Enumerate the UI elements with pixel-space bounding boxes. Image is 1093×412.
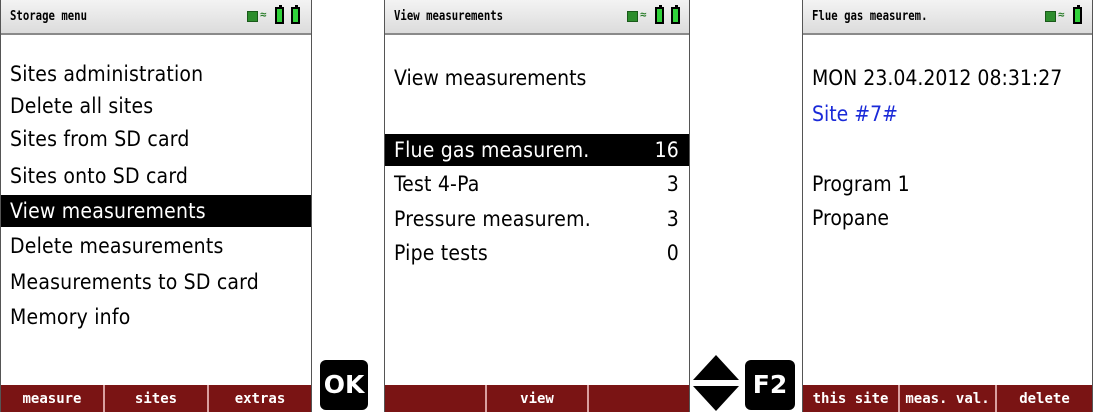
ok-key-button[interactable]: OK [320,360,368,410]
storage-menu-screen: Storage menu ≈ Sites administration Dele… [0,0,312,412]
view-button[interactable]: view [485,385,587,412]
battery-icon [655,5,664,24]
sd-card-icon [247,11,258,22]
sd-card-icon [627,11,638,22]
menu-item-pipe-tests[interactable]: Pipe tests 0 [385,237,689,269]
battery-icon [1073,5,1082,24]
menu-item-view-measurements[interactable]: View measurements [1,195,311,227]
menu-item-pressure[interactable]: Pressure measurem. 3 [385,203,689,235]
measurement-count: 3 [666,207,679,231]
f2-key-button[interactable]: F2 [745,360,795,410]
menu-item-sites-from-sd-card[interactable]: Sites from SD card [1,123,311,155]
title-bar: Flue gas measurem. ≈ [803,0,1092,35]
sites-button[interactable]: sites [103,385,207,412]
empty-fkey[interactable] [587,385,689,412]
measurement-count: 3 [666,172,679,196]
battery-icon [291,5,300,24]
view-measurements-screen: View measurements ≈ View measurements Fl… [384,0,690,412]
menu-item-delete-all-sites[interactable]: Delete all sites [1,90,311,122]
fuel-type: Propane [812,206,890,230]
menu-item-flue-gas[interactable]: Flue gas measurem. 16 [385,134,689,166]
menu-item-memory-info[interactable]: Memory info [1,301,311,333]
title-bar: Storage menu ≈ [1,0,311,35]
flue-gas-measurement-screen: Flue gas measurem. ≈ MON 23.04.2012 08:3… [802,0,1093,412]
menu-item-delete-measurements[interactable]: Delete measurements [1,230,311,262]
screen-title: View measurements [394,9,504,24]
meas-val-button[interactable]: meas. val. [898,385,995,412]
measurement-count: 16 [654,138,679,162]
function-key-bar: measure sites extras [1,385,311,412]
up-down-arrow-icon[interactable] [693,355,739,411]
function-key-bar: view [385,385,689,412]
site-name: Site #7# [812,102,898,126]
extras-button[interactable]: extras [207,385,311,412]
program-name: Program 1 [812,172,910,196]
this-site-button[interactable]: this site [803,385,898,412]
menu-item-measurements-to-sd-card[interactable]: Measurements to SD card [1,266,311,298]
battery-icon [275,5,284,24]
title-bar: View measurements ≈ [385,0,689,35]
battery-icon [671,5,680,24]
measurement-count: 0 [666,241,679,265]
measurement-datetime: MON 23.04.2012 08:31:27 [812,66,1063,90]
function-key-bar: this site meas. val. delete [803,385,1092,412]
wireless-icon: ≈ [260,8,267,21]
screen-title: Flue gas measurem. [812,9,928,24]
empty-fkey[interactable] [385,385,485,412]
menu-item-sites-onto-sd-card[interactable]: Sites onto SD card [1,160,311,192]
delete-button[interactable]: delete [995,385,1092,412]
wireless-icon: ≈ [640,8,647,21]
screen-title: Storage menu [10,9,88,24]
menu-item-test-4pa[interactable]: Test 4-Pa 3 [385,168,689,200]
menu-item-sites-administration[interactable]: Sites administration [1,58,311,90]
measure-button[interactable]: measure [1,385,103,412]
wireless-icon: ≈ [1058,8,1065,21]
screen-heading: View measurements [394,66,587,90]
sd-card-icon [1045,11,1056,22]
